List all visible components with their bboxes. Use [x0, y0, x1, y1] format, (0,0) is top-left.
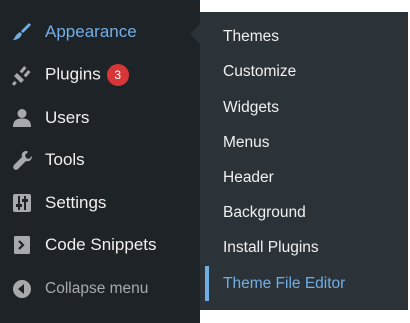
collapse-menu-label: Collapse menu	[45, 280, 149, 297]
sidebar-item-label: Plugins 3	[45, 64, 129, 86]
submenu-item-label: Themes	[223, 27, 279, 45]
plug-icon	[11, 64, 33, 86]
submenu-item-label: Customize	[223, 62, 297, 80]
sidebar-item-label: Tools	[45, 150, 85, 169]
plugins-label: Plugins	[45, 64, 101, 84]
collapse-menu-button[interactable]: Collapse menu	[0, 268, 200, 310]
sidebar-item-label: Users	[45, 108, 90, 127]
submenu-item-label: Theme File Editor	[223, 274, 346, 292]
sidebar-item-plugins[interactable]: Plugins 3	[0, 54, 200, 96]
user-icon	[11, 107, 33, 129]
submenu-item-header[interactable]: Header	[200, 160, 408, 195]
sidebar-item-label: Settings	[45, 193, 107, 212]
submenu-item-label: Header	[223, 168, 274, 186]
code-icon	[11, 234, 33, 256]
submenu-item-menus[interactable]: Menus	[200, 125, 408, 160]
submenu-item-label: Menus	[223, 133, 270, 151]
submenu-item-theme-file-editor[interactable]: Theme File Editor	[200, 266, 408, 301]
paintbrush-icon	[11, 21, 33, 43]
appearance-submenu: Themes Customize Widgets Menus Header Ba…	[200, 12, 408, 310]
submenu-item-widgets[interactable]: Widgets	[200, 90, 408, 125]
update-count-badge: 3	[106, 64, 129, 86]
sidebar-item-tools[interactable]: Tools	[0, 139, 200, 181]
submenu-item-label: Install Plugins	[223, 238, 319, 256]
sliders-icon	[11, 192, 33, 214]
sidebar-item-users[interactable]: Users	[0, 97, 200, 139]
submenu-pointer	[190, 24, 200, 44]
sidebar-item-appearance[interactable]: Appearance	[0, 11, 200, 53]
wrench-icon	[11, 149, 33, 171]
sidebar-item-code-snippets[interactable]: Code Snippets	[0, 224, 200, 266]
admin-sidebar: Appearance Plugins 3 Users Tools Setting…	[0, 0, 200, 323]
collapse-arrow-icon	[11, 278, 33, 300]
sidebar-item-label: Code Snippets	[45, 235, 157, 254]
sidebar-item-label: Appearance	[45, 22, 137, 41]
submenu-item-label: Background	[223, 203, 306, 221]
submenu-item-customize[interactable]: Customize	[200, 54, 408, 89]
submenu-item-install-plugins[interactable]: Install Plugins	[200, 230, 408, 265]
sidebar-item-settings[interactable]: Settings	[0, 182, 200, 224]
submenu-item-label: Widgets	[223, 98, 279, 116]
submenu-item-themes[interactable]: Themes	[200, 19, 408, 54]
submenu-item-background[interactable]: Background	[200, 195, 408, 230]
